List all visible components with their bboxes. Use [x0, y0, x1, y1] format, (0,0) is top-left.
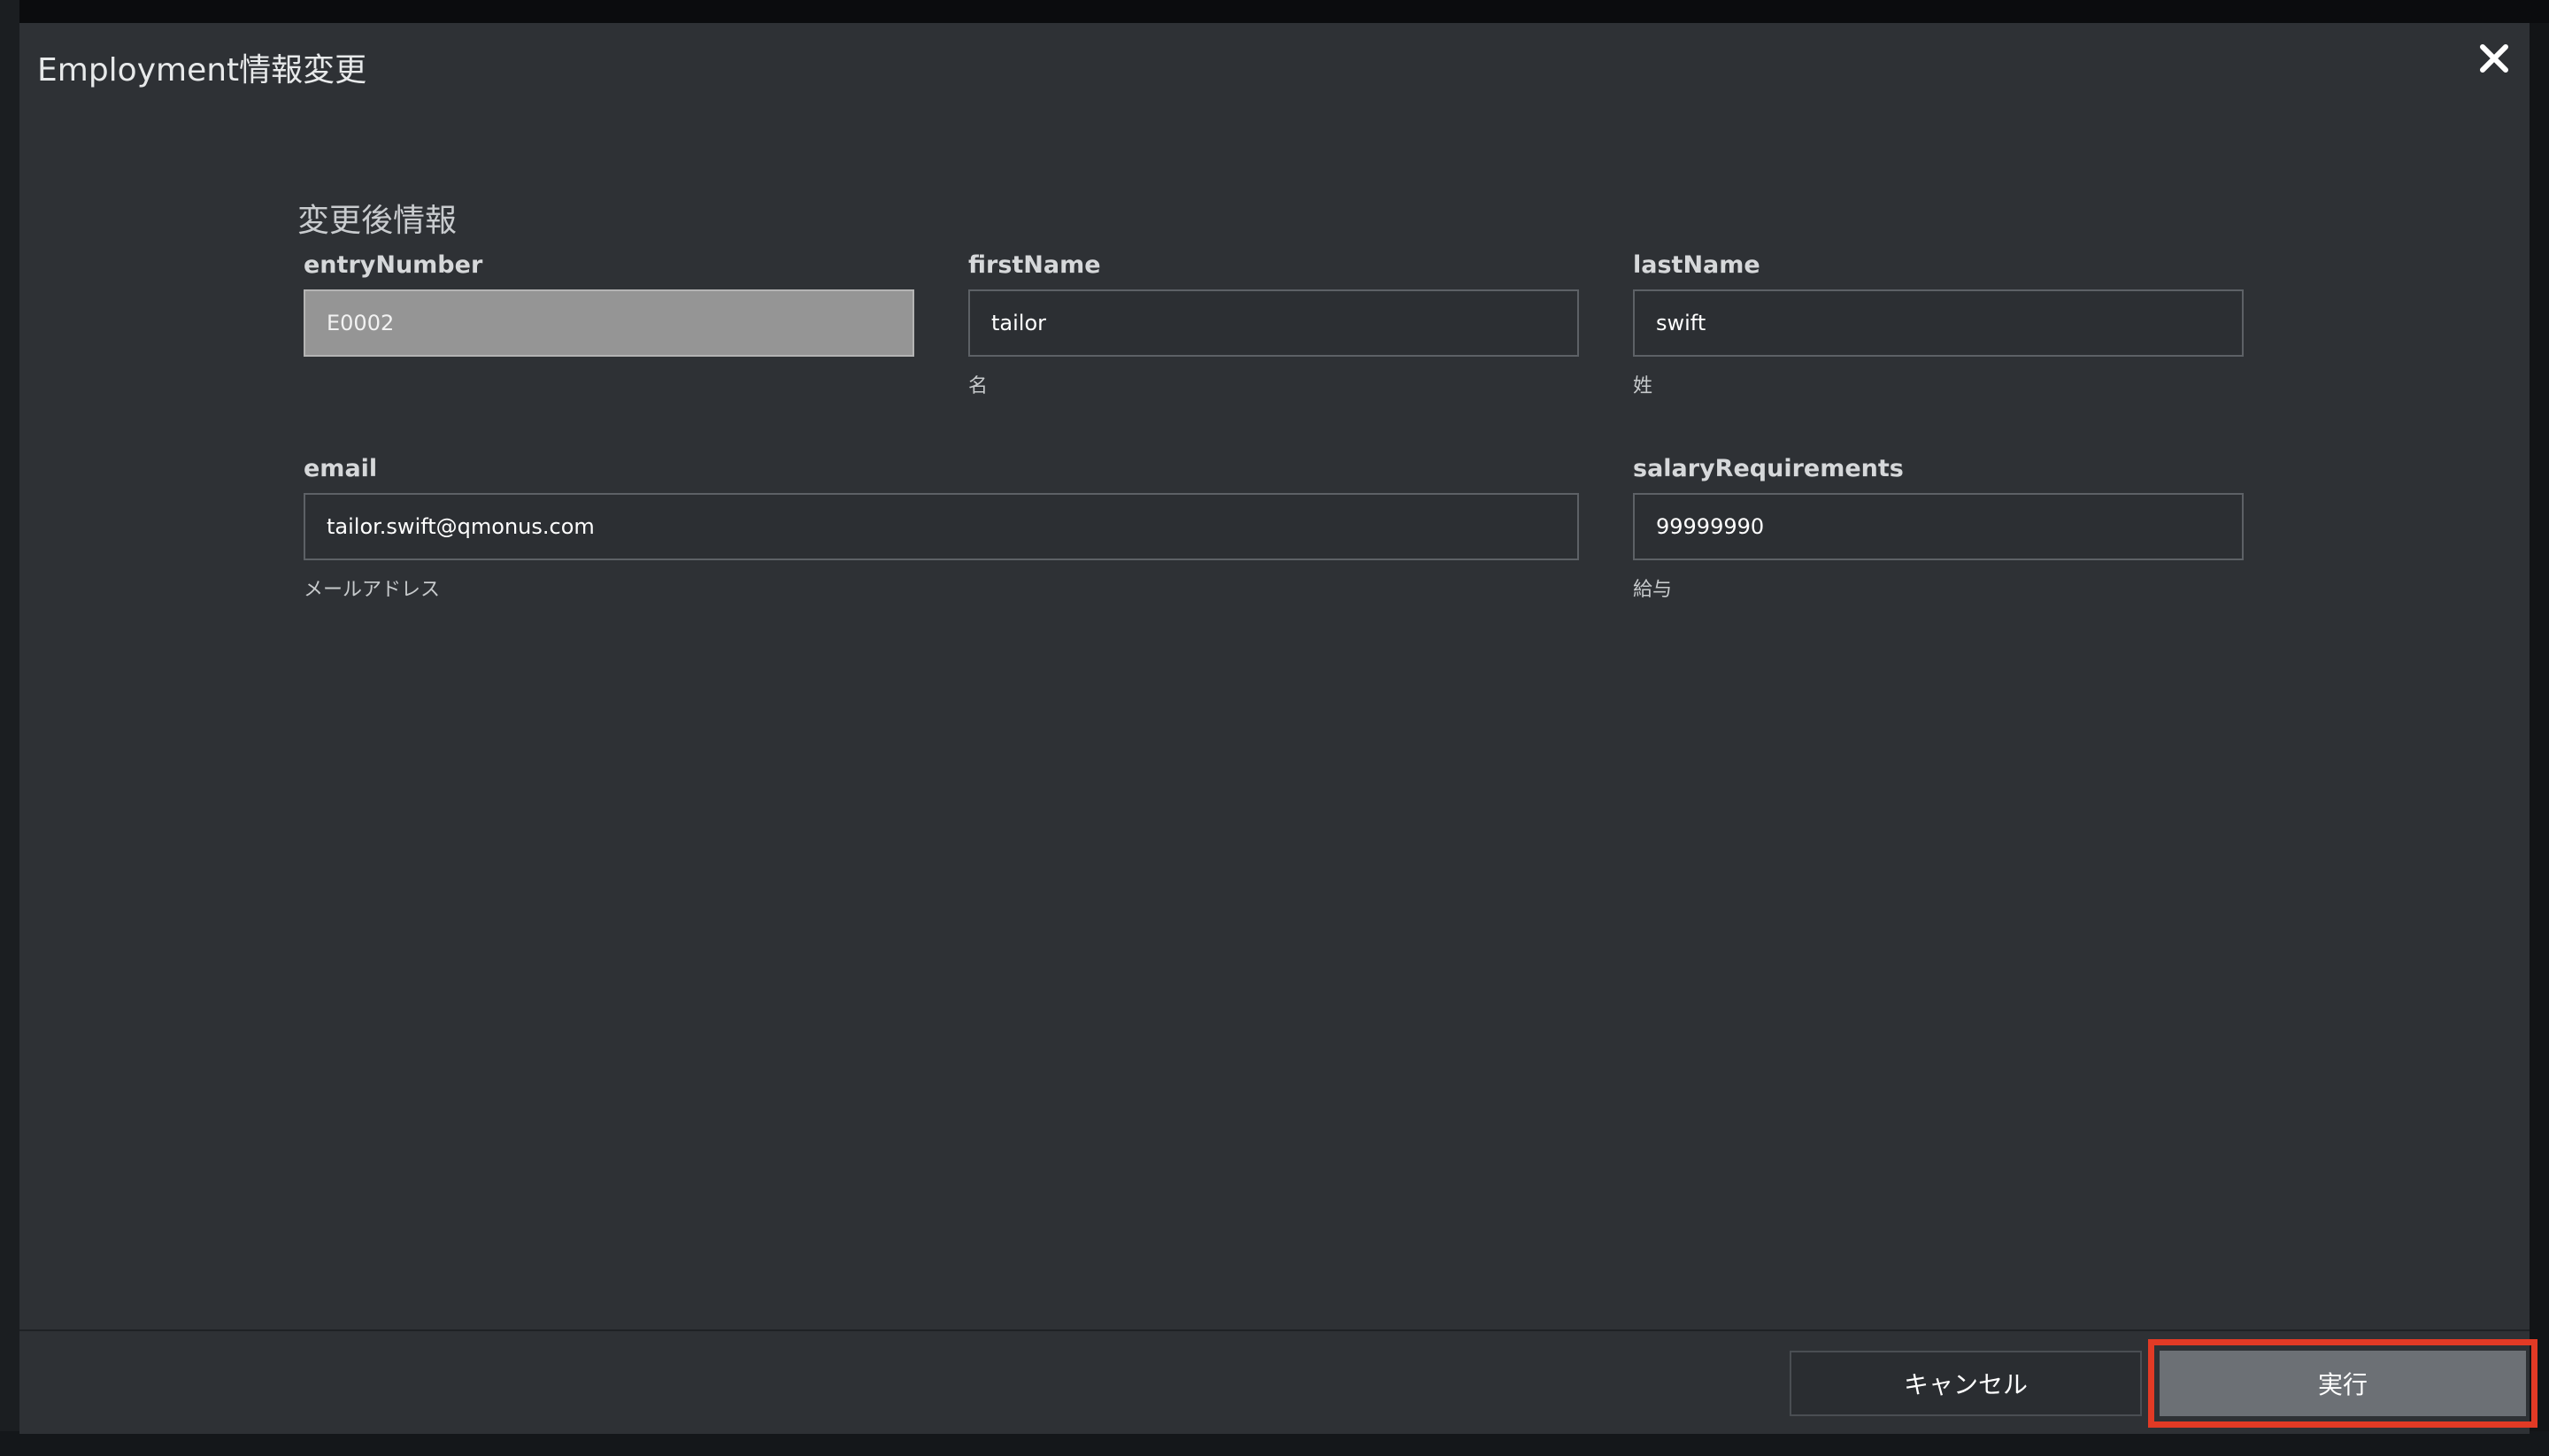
section-heading: 変更後情報 — [297, 203, 458, 239]
background-window-top — [0, 0, 2549, 23]
salary-requirements-input[interactable]: 99999990 — [1633, 493, 2244, 560]
background-window-edge — [0, 0, 19, 1456]
salary-requirements-label: salaryRequirements — [1633, 455, 1904, 482]
last-name-input[interactable]: swift — [1633, 289, 2244, 357]
last-name-label: lastName — [1633, 251, 1760, 279]
entry-number-label: entryNumber — [304, 251, 483, 279]
dialog-title: Employment情報変更 — [37, 52, 367, 89]
salary-requirements-hint: 給与 — [1633, 579, 1673, 601]
footer-divider — [19, 1329, 2530, 1331]
email-label: email — [304, 455, 378, 482]
email-input[interactable]: tailor.swift@qmonus.com — [304, 493, 1579, 560]
email-hint: メールアドレス — [304, 579, 441, 601]
entry-number-input[interactable]: E0002 — [304, 289, 914, 357]
close-button[interactable] — [2471, 35, 2517, 81]
last-name-hint: 姓 — [1633, 375, 1653, 397]
execute-button[interactable]: 実行 — [2160, 1351, 2526, 1416]
employment-edit-dialog: Employment情報変更 変更後情報 entryNumber E0002 f… — [19, 23, 2537, 1434]
close-icon — [2480, 44, 2508, 73]
first-name-input[interactable]: tailor — [968, 289, 1579, 357]
background-status-bar — [0, 1431, 2549, 1456]
first-name-hint: 名 — [968, 375, 989, 397]
cancel-button[interactable]: キャンセル — [1790, 1351, 2142, 1416]
first-name-label: firstName — [968, 251, 1101, 279]
